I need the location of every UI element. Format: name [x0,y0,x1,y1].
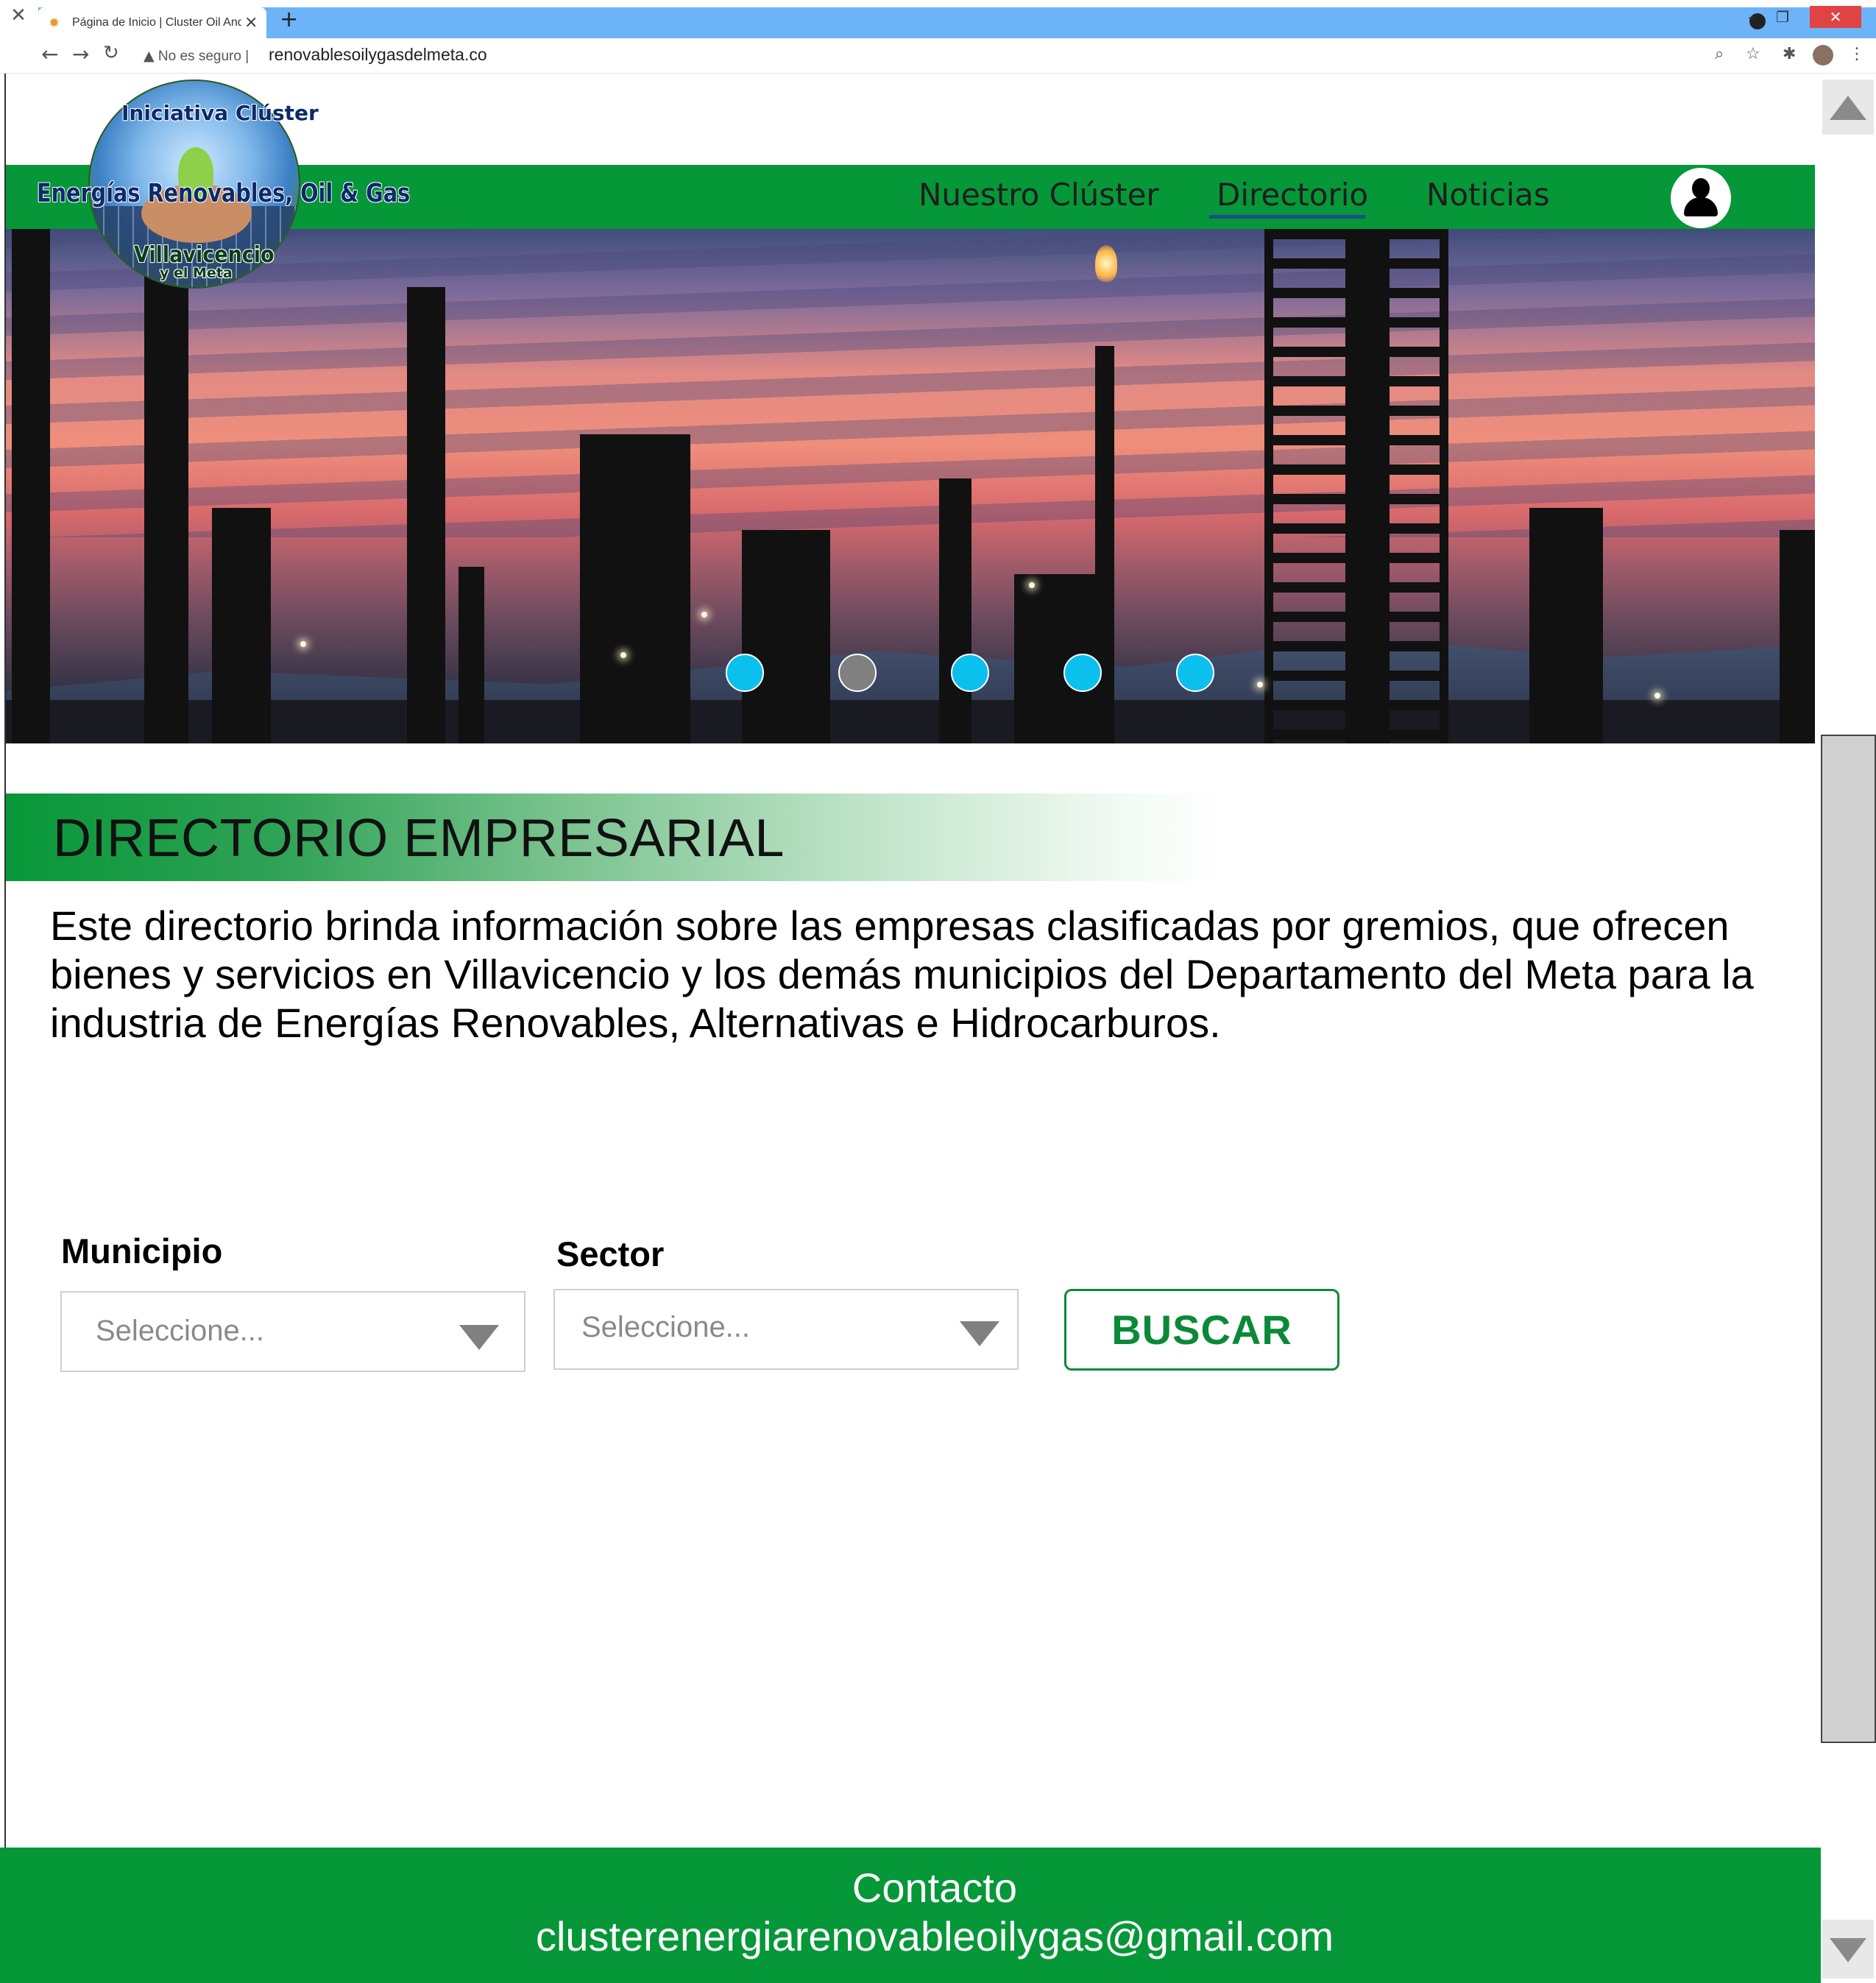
restore-icon[interactable]: ❐ [1776,8,1789,26]
tabstrip-background [38,7,1876,38]
security-label: No es seguro [157,49,241,64]
nav-item-directorio[interactable]: Directorio [1217,177,1368,213]
favicon-icon: ✹ [49,15,60,31]
new-tab-icon[interactable]: + [280,9,298,31]
user-shoulders-shape [1684,197,1718,216]
refinery-light [701,612,707,618]
menu-icon[interactable]: ⋮ [1849,45,1865,63]
zoom-icon[interactable]: ⌕ [1715,45,1724,63]
scroll-up-arrow-icon[interactable] [1822,79,1874,135]
browser-tabstrip: ✕ ✹ Página de Inicio | Cluster Oil And ×… [0,0,1876,40]
refinery-structure [212,508,271,743]
nav-item-nuestro-cluster[interactable]: Nuestro Clúster [918,177,1159,213]
carousel-dot[interactable] [1063,654,1102,692]
refinery-chimney [12,229,50,743]
minimize-icon[interactable]: – [1748,8,1755,26]
flare-flame [1095,245,1117,282]
scroll-thumb[interactable] [1821,735,1876,1743]
back-arrow-icon[interactable]: ← [41,42,58,66]
refinery-chimney [459,567,484,743]
extensions-icon[interactable]: ✱ [1783,45,1796,63]
logo-text-top: Iniciativa Clúster [121,101,319,125]
refinery-light [1257,682,1263,687]
carousel-dot[interactable] [838,654,877,692]
tab-title: Página de Inicio | Cluster Oil And [72,16,241,29]
sector-select[interactable]: Seleccione... [553,1289,1019,1370]
window-close-icon[interactable]: ✕ [1810,6,1861,28]
star-icon[interactable]: ☆ [1746,45,1760,63]
footer-contact-title: Contacto [852,1864,1018,1911]
carousel-dot[interactable] [726,654,764,692]
municipio-select-value: Seleccione... [96,1315,265,1347]
refinery-light [620,652,626,658]
reload-icon[interactable]: ↻ [103,42,119,64]
logo-text-city: Villavicencio [134,242,275,268]
refinery-structure [742,530,830,743]
forward-arrow-icon[interactable]: → [72,42,89,66]
window-controls: – ❐ ✕ [1748,6,1861,28]
user-icon[interactable] [1671,168,1731,228]
nav-active-indicator [1209,215,1365,219]
scroll-down-arrow-icon[interactable] [1822,1920,1874,1979]
search-button-label: BUSCAR [1111,1307,1292,1353]
close-icon[interactable]: ✕ [7,4,29,26]
profile-avatar[interactable] [1813,45,1833,66]
refinery-light [300,641,306,647]
user-head-shape [1692,178,1710,199]
dropdown-arrow-icon[interactable] [459,1325,499,1350]
municipio-label: Municipio [61,1231,223,1270]
refinery-chimney [407,287,445,743]
footer-email-link[interactable]: clusterenergiarenovableoilygas@gmail.com [0,1912,1869,1960]
refinery-structure [1780,530,1815,743]
municipio-select[interactable]: Seleccione... [60,1291,525,1372]
sector-label: Sector [556,1234,665,1273]
warning-icon: ▲ [144,48,155,64]
refinery-structure [580,434,690,743]
nav-item-noticias[interactable]: Noticias [1426,177,1550,213]
address-bar[interactable]: renovablesoilygasdelmeta.co [269,45,487,65]
search-button[interactable]: BUSCAR [1064,1289,1339,1371]
hero-carousel [6,229,1815,743]
dropdown-arrow-icon[interactable] [960,1321,999,1346]
refinery-light [1029,582,1035,588]
intro-paragraph: Este directorio brinda información sobre… [50,902,1754,1046]
refinery-chimney [144,229,188,743]
footer: Contacto clusterenergiarenovableoilygas@… [0,1848,1821,1983]
sector-select-value: Seleccione... [581,1311,751,1343]
browser-toolbar: ← → ↻ ▲ No es seguro | renovablesoilygas… [0,40,1876,74]
browser-tab[interactable]: ✹ Página de Inicio | Cluster Oil And × [38,7,266,40]
refinery-chimney [939,478,971,743]
page-title: DIRECTORIO EMPRESARIAL [53,809,785,868]
logo-text-main: Energías Renovables, Oil & Gas [37,179,411,208]
scrollbar-bottom [1821,1848,1876,1983]
tab-close-icon[interactable]: × [244,13,258,32]
carousel-dot[interactable] [1176,654,1214,692]
carousel-dot[interactable] [951,654,989,692]
refinery-structure [1529,508,1603,743]
logo-text-region: y el Meta [160,265,233,281]
refinery-column [1345,229,1390,743]
security-indicator[interactable]: ▲ No es seguro | [144,48,249,65]
page-scrollbar[interactable] [1821,74,1876,1983]
refinery-light [1654,693,1660,699]
